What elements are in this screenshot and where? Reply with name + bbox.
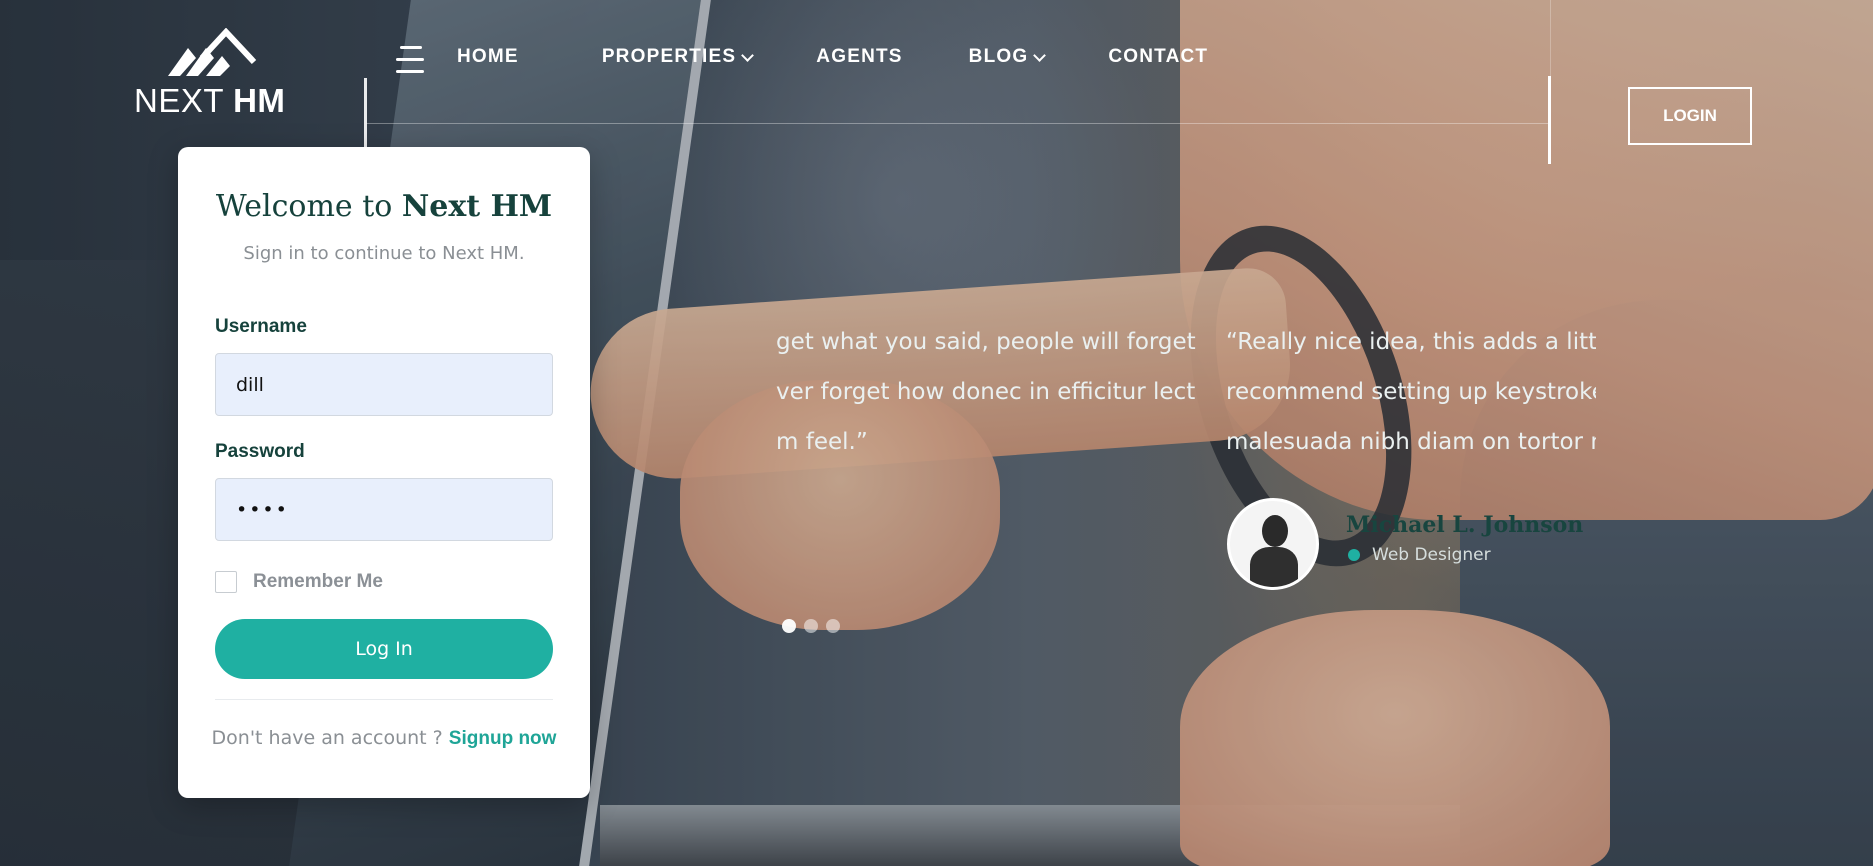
- remember-me-label: Remember Me: [253, 571, 383, 592]
- username-input[interactable]: [215, 353, 553, 416]
- login-submit-button[interactable]: Log In: [215, 619, 553, 679]
- username-label: Username: [215, 316, 307, 337]
- login-subtitle: Sign in to continue to Next HM.: [243, 243, 525, 264]
- nav-contact[interactable]: CONTACT: [1108, 46, 1208, 68]
- testimonial-author-role: Web Designer: [1348, 545, 1491, 565]
- signup-prompt: Don't have an account ? Signup now: [211, 727, 557, 749]
- card-divider: [215, 699, 553, 700]
- slider-dot-3[interactable]: [826, 619, 840, 633]
- site-logo[interactable]: NEXT HM: [134, 28, 294, 123]
- nav-home[interactable]: HOME: [457, 46, 519, 68]
- testimonial-quote-left: get what you said, people will forget ve…: [776, 329, 1196, 455]
- slider-dot-2[interactable]: [804, 619, 818, 633]
- chevron-down-icon: [1033, 48, 1047, 62]
- nav-divider-right: [1548, 76, 1551, 164]
- login-title: Welcome to Next HM: [215, 189, 553, 224]
- password-label: Password: [215, 441, 305, 462]
- testimonial-avatar: [1227, 498, 1319, 590]
- slider-dot-1[interactable]: [782, 619, 796, 633]
- nav-properties[interactable]: PROPERTIES: [602, 46, 755, 68]
- slider-dots: [782, 619, 840, 633]
- password-input[interactable]: [215, 478, 553, 541]
- nav-divider: [366, 123, 1550, 124]
- remember-me[interactable]: Remember Me: [215, 571, 383, 593]
- chevron-down-icon: [741, 48, 755, 62]
- nav-agents[interactable]: AGENTS: [816, 46, 902, 68]
- testimonial-author-name: Michael L. Johnson: [1346, 512, 1584, 538]
- login-card: Welcome to Next HM Sign in to continue t…: [178, 147, 590, 798]
- signup-link[interactable]: Signup now: [449, 728, 557, 749]
- main-nav: HOME PROPERTIES AGENTS BLOG CONTACT: [457, 46, 1208, 68]
- testimonial-quote-right: “Really nice idea, this adds a little re…: [1226, 329, 1596, 455]
- hamburger-menu-icon[interactable]: [396, 44, 428, 76]
- nav-divider-thin: [1550, 0, 1551, 80]
- remember-me-checkbox[interactable]: [215, 571, 237, 593]
- logo-roof-icon: [168, 28, 257, 76]
- role-dot-icon: [1348, 549, 1360, 561]
- header-login-button[interactable]: LOGIN: [1628, 87, 1752, 145]
- nav-blog[interactable]: BLOG: [969, 46, 1047, 68]
- logo-text: NEXT HM: [134, 82, 286, 119]
